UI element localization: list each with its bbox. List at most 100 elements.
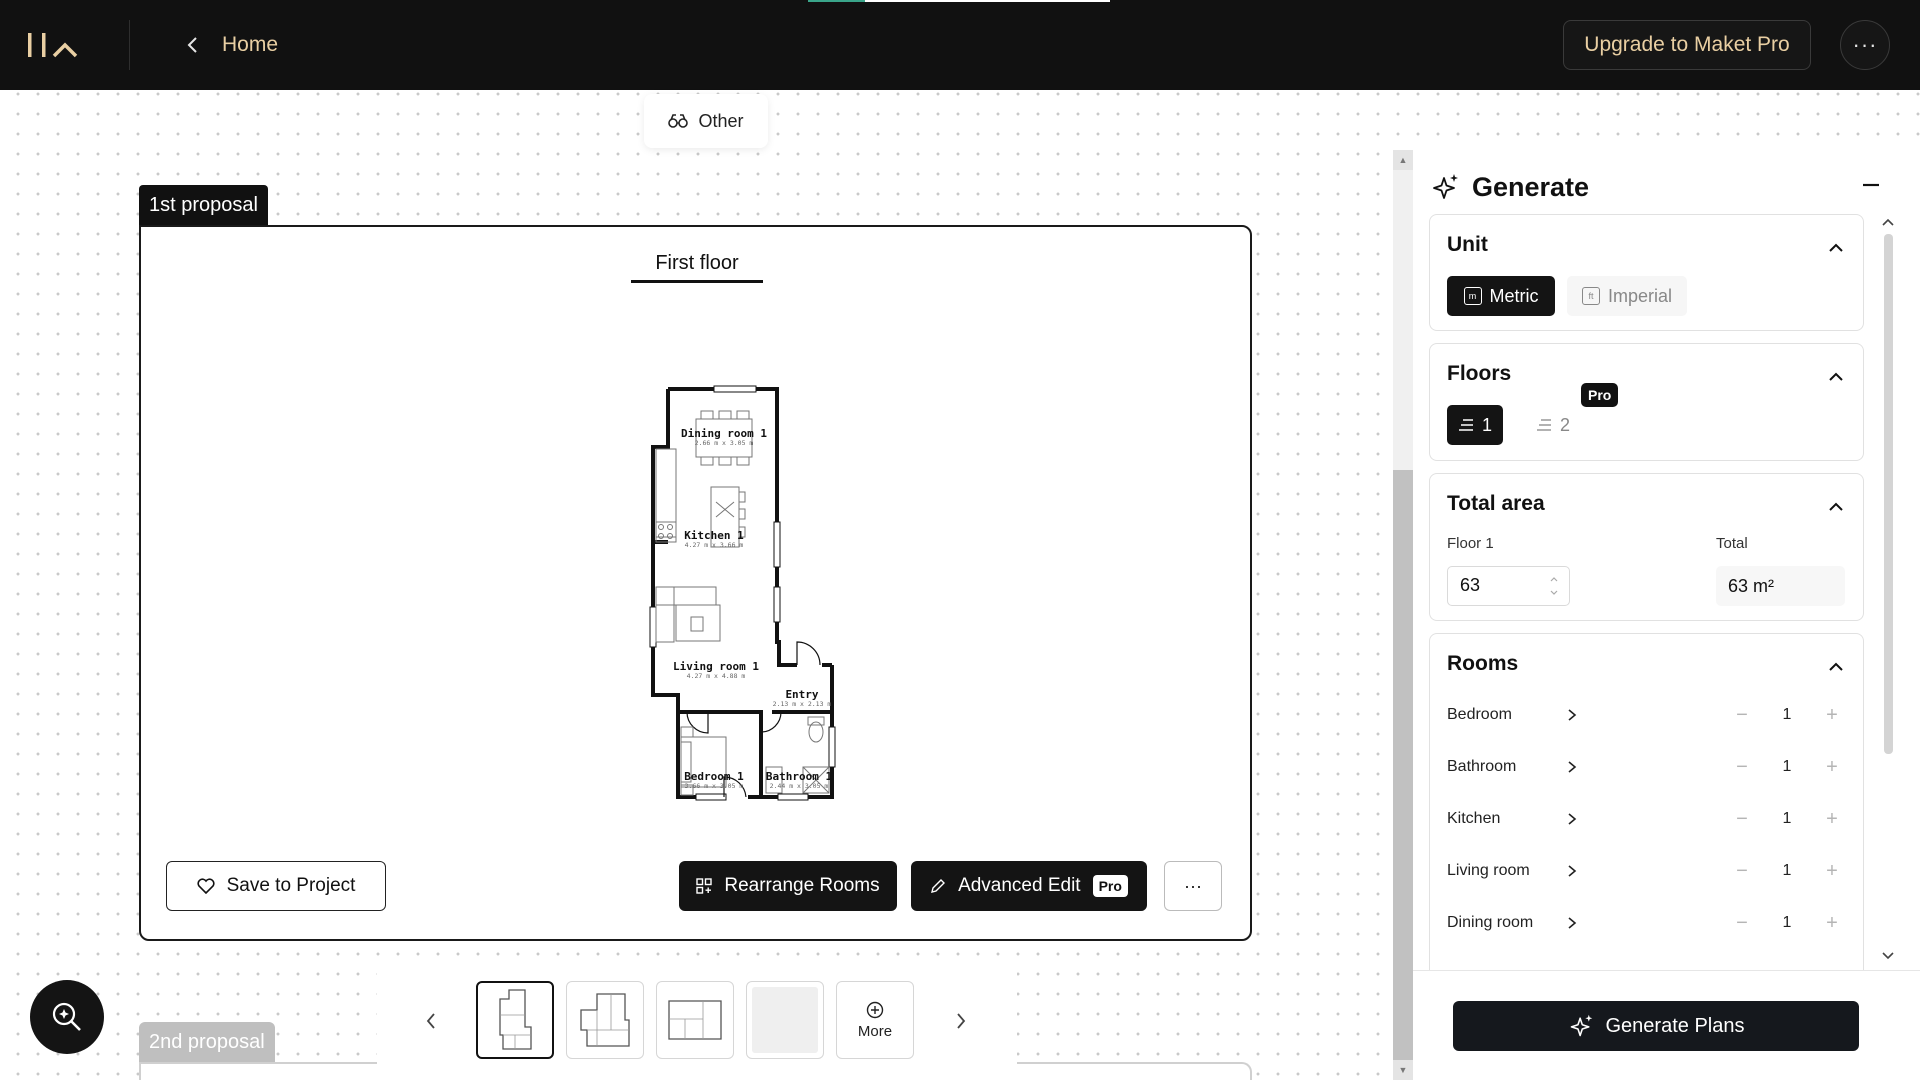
room-name: Bedroom bbox=[1447, 706, 1512, 723]
tab-first-floor[interactable]: First floor bbox=[631, 249, 763, 283]
chevron-right-icon[interactable] bbox=[1565, 760, 1579, 774]
sparkles-icon bbox=[1570, 1014, 1592, 1037]
proposal-tag-2[interactable]: 2nd proposal bbox=[139, 1022, 275, 1062]
floors-icon bbox=[1536, 419, 1551, 431]
chevron-up-icon[interactable] bbox=[1825, 366, 1847, 388]
canvas-scrollbar[interactable]: ▲ ▼ bbox=[1393, 150, 1413, 1080]
room-row-dining-room[interactable]: Dining room − 1 + bbox=[1447, 908, 1852, 938]
room-count: 1 bbox=[1782, 914, 1792, 931]
floor-plan-drawing[interactable]: Dining room 1 2.66 m x 3.05 m Kitchen 1 … bbox=[596, 347, 856, 827]
top-bar: Home Upgrade to Maket Pro ··· bbox=[0, 0, 1920, 90]
panel-scrollbar-thumb[interactable] bbox=[1884, 234, 1893, 754]
room-name: Dining room bbox=[1447, 914, 1534, 931]
proposal-more-button[interactable]: ··· bbox=[1164, 861, 1222, 911]
increment-button[interactable]: + bbox=[1817, 804, 1847, 834]
floor-plan-thumbnail bbox=[499, 989, 532, 1050]
floors-option-2-label: 2 bbox=[1559, 414, 1570, 435]
rooms-title: Rooms bbox=[1447, 652, 1519, 675]
decrement-button[interactable]: − bbox=[1727, 700, 1757, 730]
advanced-edit-button[interactable]: Advanced Edit Pro bbox=[911, 861, 1147, 911]
room-stepper: − 1 + bbox=[1727, 700, 1847, 730]
proposal-tag-1: 1st proposal bbox=[139, 185, 268, 225]
more-proposals-button[interactable]: More bbox=[836, 981, 914, 1059]
plan-furniture bbox=[655, 410, 830, 796]
chevron-right-icon[interactable] bbox=[1565, 812, 1579, 826]
metric-option[interactable]: m Metric bbox=[1447, 276, 1555, 316]
decrement-button[interactable]: − bbox=[1727, 856, 1757, 886]
room-count: 1 bbox=[1782, 758, 1792, 775]
chevron-right-icon[interactable] bbox=[1565, 708, 1579, 722]
upgrade-button[interactable]: Upgrade to Maket Pro bbox=[1563, 20, 1811, 70]
floors-section: Floors Pro 1 2 bbox=[1429, 343, 1864, 461]
proposal-thumbnail-3[interactable] bbox=[656, 981, 734, 1059]
home-label: Home bbox=[222, 33, 279, 56]
save-to-project-button[interactable]: Save to Project bbox=[166, 861, 386, 911]
generate-plans-button[interactable]: Generate Plans bbox=[1453, 1001, 1859, 1051]
metric-label: Metric bbox=[1489, 285, 1539, 306]
floor-1-area-label: Floor 1 bbox=[1447, 535, 1494, 552]
imperial-option[interactable]: ft Imperial bbox=[1567, 276, 1687, 316]
chevron-up-icon[interactable] bbox=[1825, 496, 1847, 518]
room-dims-kitchen: 4.27 m x 3.66 m bbox=[685, 541, 744, 549]
generate-panel: Generate Unit m Metric ft Imperial Floor… bbox=[1413, 150, 1920, 1080]
imperial-label: Imperial bbox=[1607, 285, 1673, 306]
room-count: 1 bbox=[1782, 862, 1792, 879]
minimize-icon[interactable] bbox=[1861, 175, 1881, 195]
thumbnails-next-button[interactable] bbox=[946, 1006, 976, 1036]
chevron-up-icon[interactable] bbox=[1825, 656, 1847, 678]
chevron-down-icon[interactable] bbox=[1878, 948, 1898, 964]
category-filter-chip[interactable]: Other bbox=[644, 94, 768, 148]
floors-option-1[interactable]: 1 bbox=[1447, 405, 1503, 445]
rearrange-label: Rearrange Rooms bbox=[724, 875, 880, 896]
plan-room-labels: Dining room 1 2.66 m x 3.05 m Kitchen 1 … bbox=[673, 427, 833, 790]
unit-title: Unit bbox=[1447, 233, 1488, 256]
chevron-up-icon[interactable] bbox=[1825, 237, 1847, 259]
increment-button[interactable]: + bbox=[1817, 700, 1847, 730]
chevron-right-icon[interactable] bbox=[1565, 864, 1579, 878]
decrement-button[interactable]: − bbox=[1727, 908, 1757, 938]
increment-button[interactable]: + bbox=[1817, 856, 1847, 886]
chevron-left-icon bbox=[426, 1013, 435, 1029]
decrement-button[interactable]: − bbox=[1727, 804, 1757, 834]
proposal-thumbnail-1[interactable] bbox=[476, 981, 554, 1059]
floor-1-area-input[interactable]: 63 bbox=[1447, 566, 1570, 606]
room-row-bedroom[interactable]: Bedroom − 1 + bbox=[1447, 700, 1852, 730]
floors-option-1-label: 1 bbox=[1481, 414, 1492, 435]
stepper-arrows-icon[interactable] bbox=[1549, 572, 1559, 600]
chevron-right-icon[interactable] bbox=[1565, 916, 1579, 930]
floors-option-2[interactable]: 2 bbox=[1525, 405, 1581, 445]
decrement-button[interactable]: − bbox=[1727, 752, 1757, 782]
thumbnails-prev-button[interactable] bbox=[416, 1006, 446, 1036]
chevron-right-icon bbox=[957, 1013, 966, 1029]
proposal-thumbnail-2[interactable] bbox=[566, 981, 644, 1059]
save-label: Save to Project bbox=[226, 875, 356, 896]
maket-logo[interactable] bbox=[28, 30, 82, 60]
zoom-button[interactable] bbox=[30, 980, 104, 1054]
pro-badge: Pro bbox=[1092, 875, 1128, 897]
scroll-down-icon[interactable]: ▼ bbox=[1393, 1060, 1413, 1080]
increment-button[interactable]: + bbox=[1817, 908, 1847, 938]
panel-scrollbar[interactable] bbox=[1878, 214, 1898, 964]
room-name: Bathroom bbox=[1447, 758, 1517, 775]
rearrange-rooms-button[interactable]: Rearrange Rooms bbox=[679, 861, 897, 911]
total-area-title: Total area bbox=[1447, 492, 1545, 515]
chevron-up-icon[interactable] bbox=[1878, 214, 1898, 230]
room-name: Living room bbox=[1447, 862, 1530, 879]
proposal-thumbnail-4-loading[interactable] bbox=[746, 981, 824, 1059]
scroll-up-icon[interactable]: ▲ bbox=[1393, 150, 1413, 170]
scrollbar-thumb[interactable] bbox=[1393, 470, 1413, 1060]
panel-header: Generate bbox=[1430, 162, 1589, 212]
more-options-button[interactable]: ··· bbox=[1840, 20, 1890, 70]
filter-label: Other bbox=[698, 110, 744, 131]
more-horizontal-icon: ··· bbox=[1852, 32, 1878, 57]
loading-progress-fill bbox=[808, 0, 866, 2]
home-link[interactable]: Home bbox=[186, 28, 278, 62]
plus-circle-icon bbox=[866, 1001, 884, 1018]
room-row-bathroom[interactable]: Bathroom − 1 + bbox=[1447, 752, 1852, 782]
increment-button[interactable]: + bbox=[1817, 752, 1847, 782]
room-row-living-room[interactable]: Living room − 1 + bbox=[1447, 856, 1852, 886]
floor-plan-thumbnail bbox=[580, 993, 630, 1047]
total-area-section: Total area Floor 1 Total 63 63 m² bbox=[1429, 473, 1864, 621]
room-row-kitchen[interactable]: Kitchen − 1 + bbox=[1447, 804, 1852, 834]
room-count: 1 bbox=[1782, 706, 1792, 723]
